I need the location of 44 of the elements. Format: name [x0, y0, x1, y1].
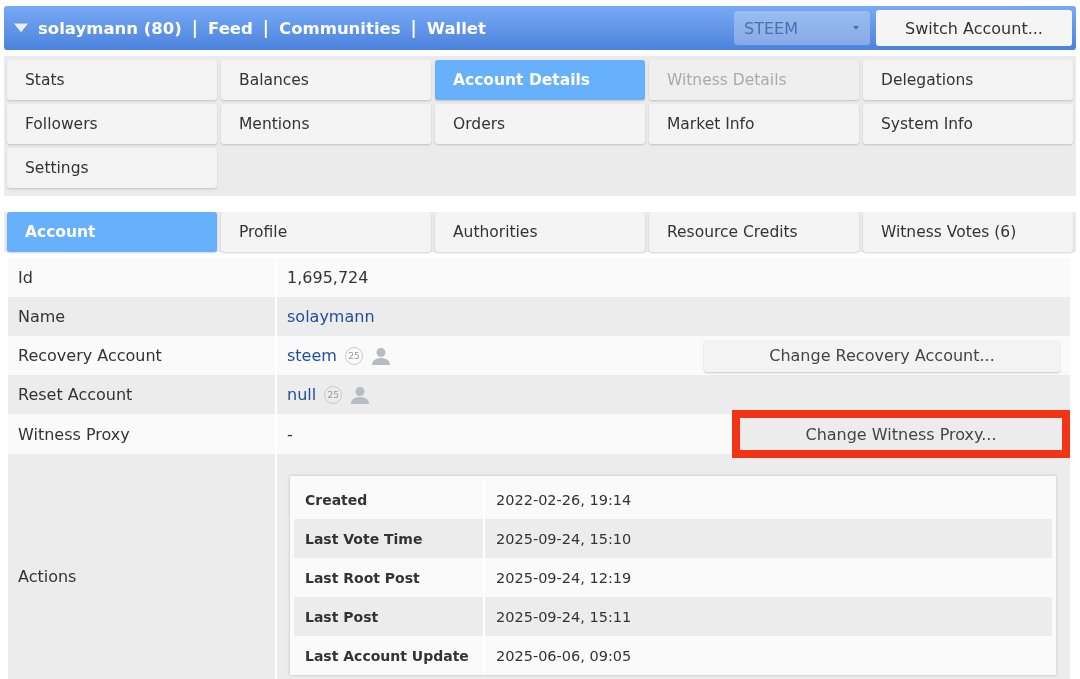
menu-button[interactable]: Settings: [7, 148, 217, 188]
menu-button[interactable]: Balances: [221, 60, 431, 100]
field-label: Witness Proxy: [18, 424, 130, 444]
separator: |: [262, 18, 270, 38]
separator: |: [410, 18, 417, 38]
field-label: Name: [18, 307, 66, 326]
dropdown-triangle-icon: [12, 22, 30, 34]
menu-button[interactable]: Stats: [7, 60, 217, 100]
person-icon[interactable]: [370, 345, 391, 366]
menu-button[interactable]: System Info: [863, 104, 1073, 144]
action-button[interactable]: Change Recovery Account...: [704, 339, 1060, 372]
detail-value: 2022-02-26, 19:14: [496, 491, 632, 508]
tab[interactable]: Profile: [221, 212, 431, 252]
field-label: Id: [18, 268, 33, 287]
account-link[interactable]: null: [287, 385, 317, 404]
tab[interactable]: Witness Votes (6): [863, 212, 1073, 252]
menu-button[interactable]: Followers: [7, 104, 217, 144]
account-link[interactable]: solaymann: [287, 307, 375, 326]
field-label: Recovery Account: [18, 346, 162, 365]
tab[interactable]: Resource Credits: [649, 212, 859, 252]
menu-button[interactable]: Delegations: [863, 60, 1073, 100]
field-label: Reset Account: [18, 385, 133, 404]
detail-label: Last Account Update: [305, 647, 469, 664]
detail-value: 2025-09-24, 12:19: [496, 569, 632, 586]
detail-label: Last Vote Time: [305, 530, 423, 547]
account-link[interactable]: steem: [287, 346, 337, 365]
detail-label: Created: [305, 491, 368, 508]
field-value: 1,695,724: [287, 268, 369, 287]
tab[interactable]: Authorities: [435, 212, 645, 252]
detail-label: Last Post: [305, 608, 379, 625]
detail-value: 2025-09-24, 15:10: [496, 530, 632, 547]
detail-label: Last Root Post: [305, 569, 420, 586]
person-icon[interactable]: [350, 384, 371, 405]
detail-value: 2025-06-06, 09:05: [496, 647, 632, 664]
detail-value: 2025-09-24, 15:11: [496, 608, 632, 625]
field-value: -: [287, 424, 293, 444]
switch-account-button[interactable]: Switch Account...: [876, 10, 1072, 46]
menu-button[interactable]: Orders: [435, 104, 645, 144]
separator: |: [191, 18, 199, 38]
field-label: Actions: [18, 566, 77, 586]
action-button[interactable]: Change Witness Proxy...: [740, 418, 1062, 450]
caret-icon: [852, 25, 860, 31]
menu-button[interactable]: Market Info: [649, 104, 859, 144]
menu-button[interactable]: Mentions: [221, 104, 431, 144]
